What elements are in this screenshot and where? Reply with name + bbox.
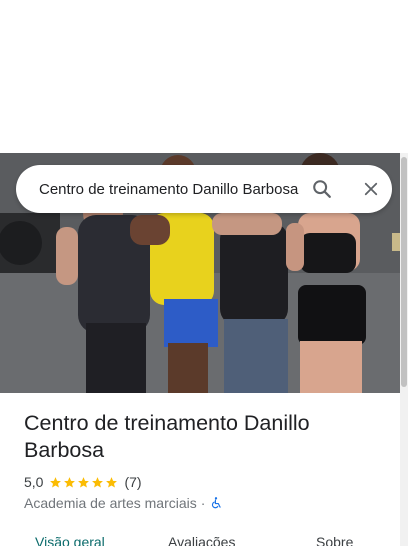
close-button[interactable] — [355, 173, 387, 205]
review-count[interactable]: (7) — [124, 474, 141, 490]
star-icon — [50, 476, 62, 488]
tab-reviews[interactable]: Avaliações — [168, 534, 235, 546]
close-icon — [364, 182, 378, 196]
category-label[interactable]: Academia de artes marciais — [24, 495, 197, 511]
search-input[interactable] — [39, 165, 303, 213]
star-icon — [92, 476, 104, 488]
search-button[interactable] — [306, 173, 338, 205]
tab-overview[interactable]: Visão geral — [35, 534, 105, 546]
category-row: Academia de artes marciais · — [24, 494, 223, 512]
separator: · — [200, 495, 206, 511]
star-icon — [78, 476, 90, 488]
star-icon — [106, 476, 118, 488]
place-tabs: Visão geral Avaliações Sobre — [0, 530, 400, 546]
tab-about[interactable]: Sobre — [316, 534, 353, 546]
place-title: Centro de treinamento Danillo Barbosa — [24, 411, 310, 462]
search-icon — [313, 180, 331, 198]
scrollbar-thumb[interactable] — [401, 157, 407, 387]
wheelchair-icon[interactable] — [209, 496, 223, 510]
rating-row[interactable]: 5,0 (7) — [24, 473, 142, 491]
search-box — [16, 165, 392, 213]
rating-value: 5,0 — [24, 474, 44, 490]
star-icon — [64, 476, 76, 488]
rating-stars — [49, 476, 119, 489]
blank-area — [0, 0, 408, 153]
